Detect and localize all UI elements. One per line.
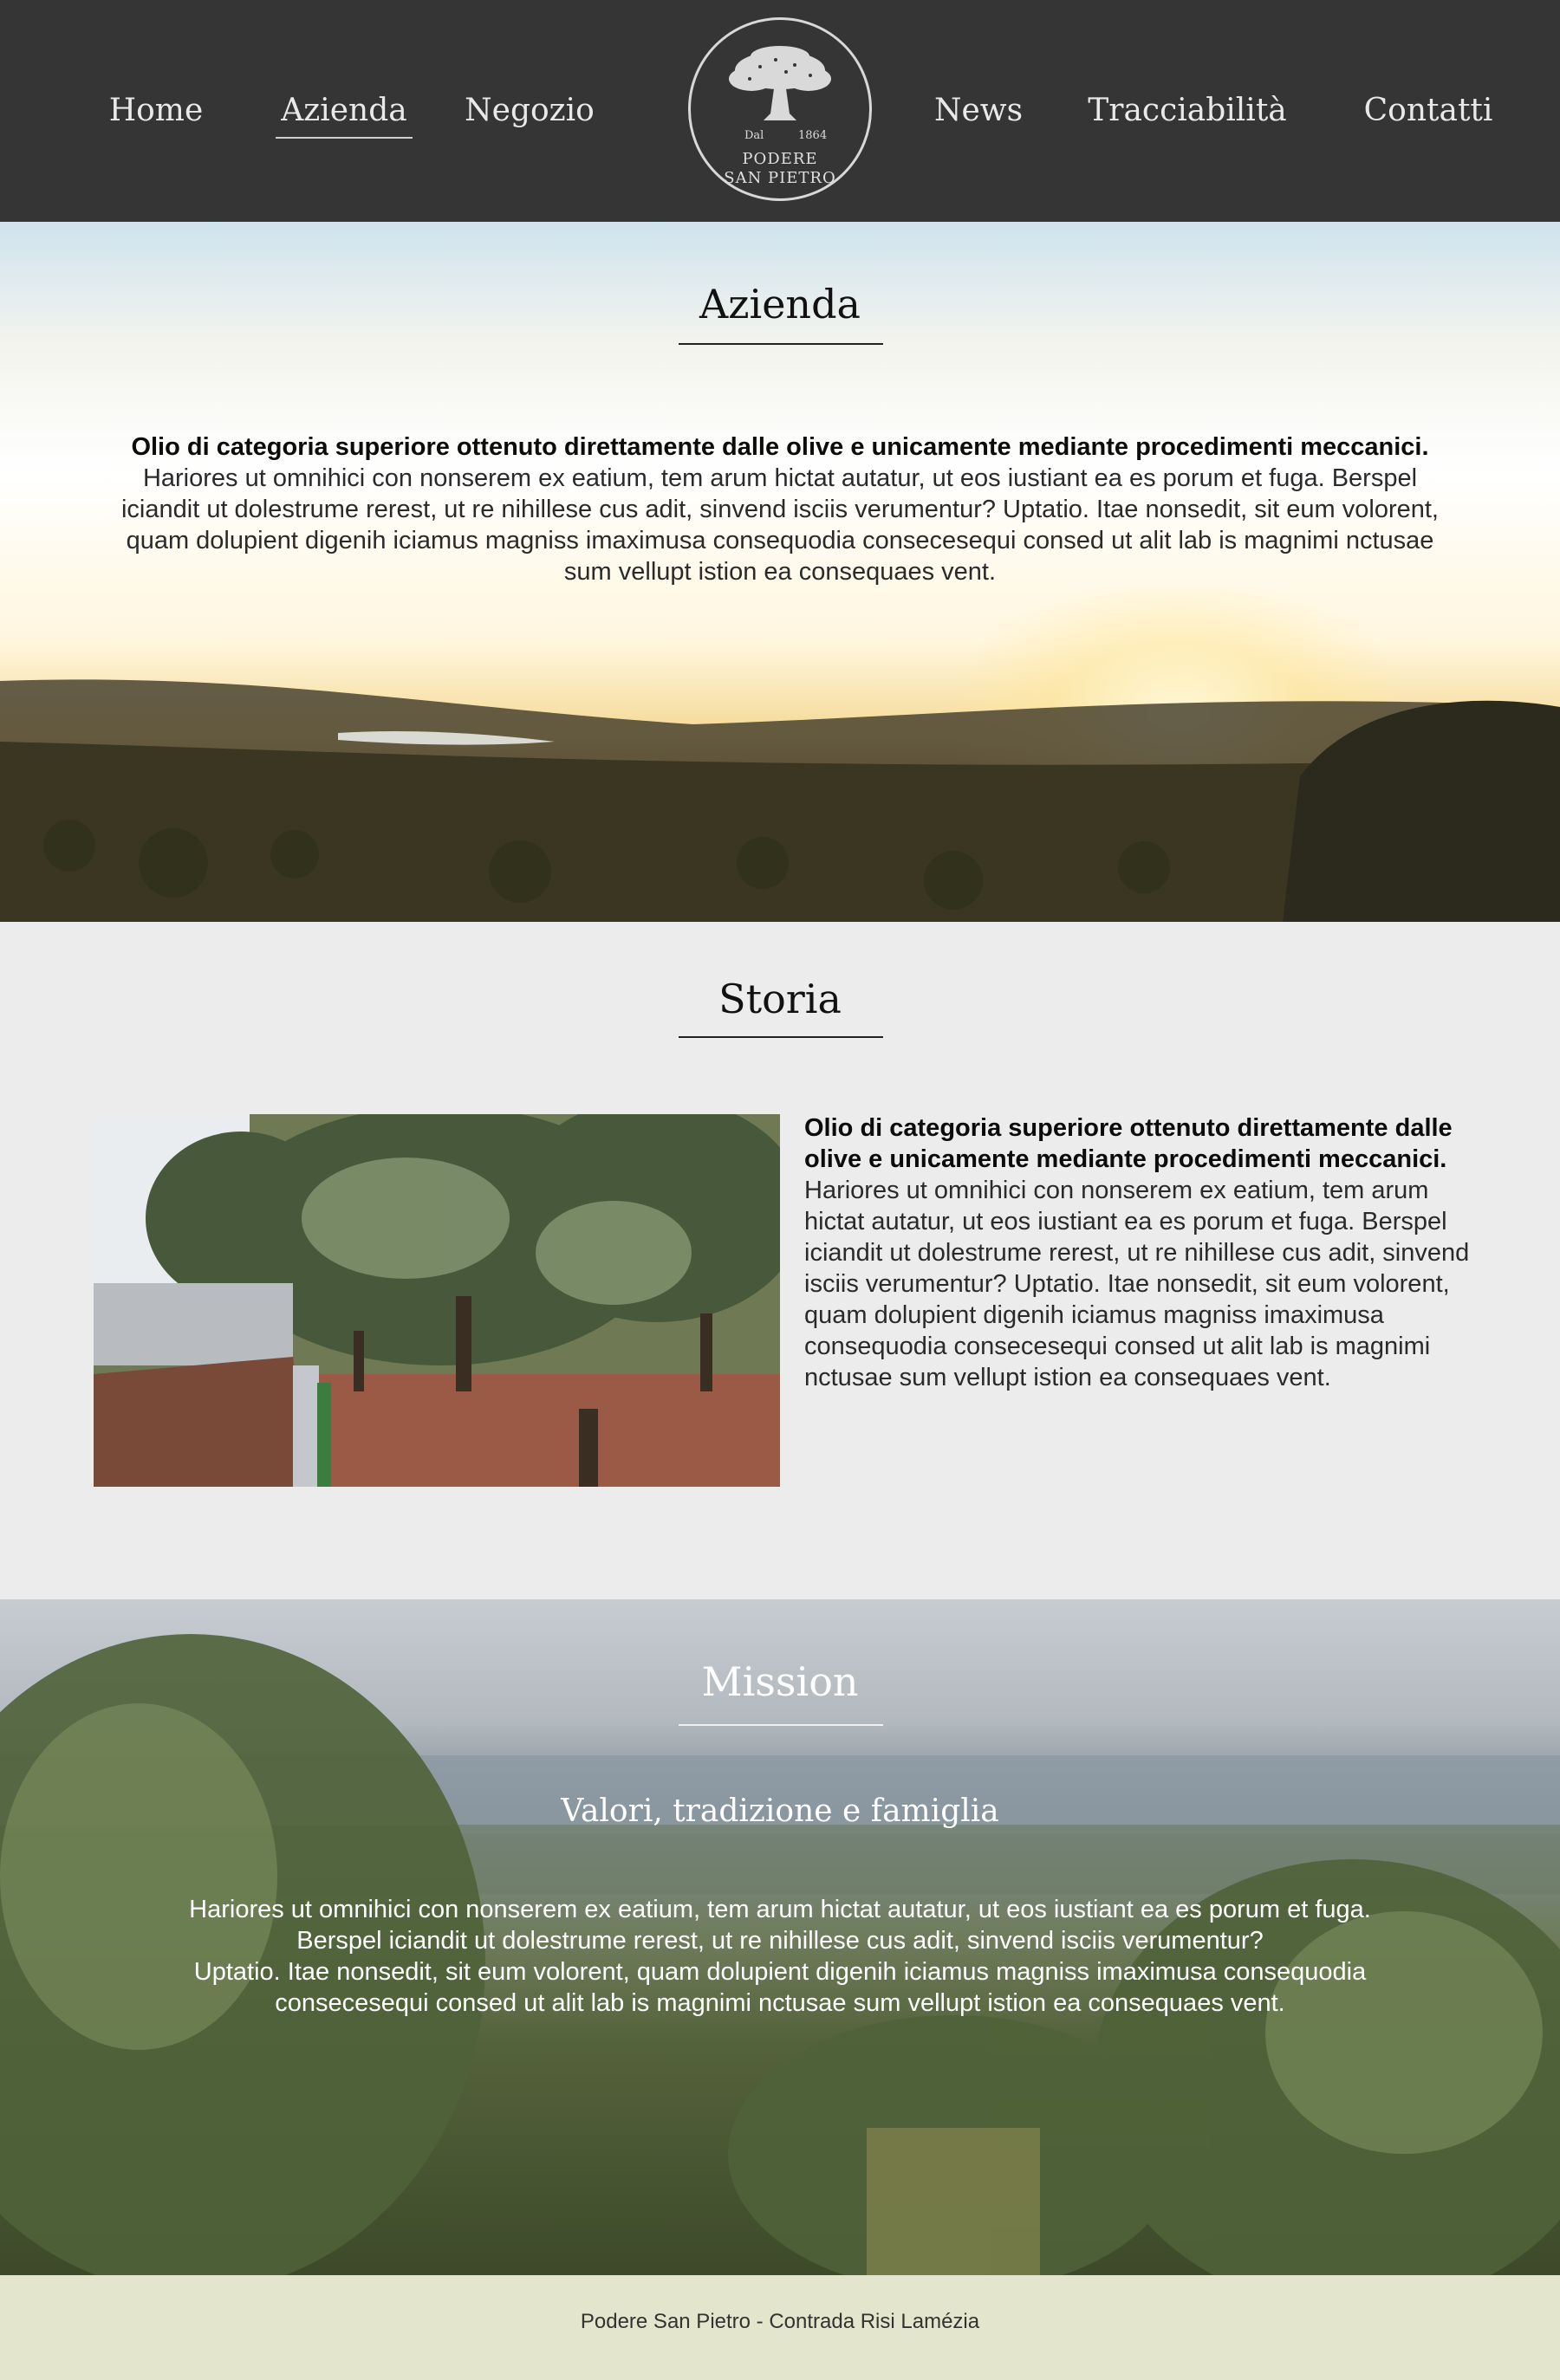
logo-year: 1864: [798, 129, 828, 142]
storia-lead: Olio di categoria superiore ottenuto dir…: [804, 1114, 1453, 1173]
mission-title-rule: [679, 1724, 883, 1726]
mission-subtitle: Valori, tradizione e famiglia: [561, 1793, 999, 1829]
nav-contatti[interactable]: Contatti: [1361, 87, 1496, 135]
nav-tracciabilita[interactable]: Tracciabilità: [1083, 87, 1291, 135]
nav-home[interactable]: Home: [95, 87, 217, 135]
azienda-title-rule: [679, 343, 883, 345]
nav-news[interactable]: News: [931, 87, 1026, 135]
logo-since-label: Dal: [744, 129, 764, 142]
olive-tree-icon: [729, 46, 831, 120]
azienda-section: Azienda Olio di categoria superiore otte…: [0, 222, 1560, 922]
logo[interactable]: Dal 1864 PODERE SAN PIETRO: [688, 17, 872, 201]
storia-body: Hariores ut omnihici con nonserem ex eat…: [804, 1177, 1470, 1391]
nav-negozio[interactable]: Negozio: [459, 87, 600, 135]
olive-grove-image: [94, 1114, 780, 1487]
logo-name-line1: PODERE: [742, 150, 818, 168]
logo-name-line2: SAN PIETRO: [724, 169, 836, 187]
mission-section: Mission Valori, tradizione e famiglia Ha…: [0, 1599, 1560, 2275]
storia-text: Olio di categoria superiore ottenuto dir…: [804, 1112, 1480, 1393]
azienda-text: Olio di categoria superiore ottenuto dir…: [104, 431, 1456, 587]
storia-title-rule: [679, 1036, 883, 1038]
mission-title: Mission: [701, 1658, 859, 1705]
azienda-lead: Olio di categoria superiore ottenuto dir…: [131, 433, 1429, 461]
storia-title: Storia: [718, 976, 842, 1022]
azienda-body: Hariores ut omnihici con nonserem ex eat…: [120, 464, 1439, 586]
nav-azienda[interactable]: Azienda: [276, 87, 413, 139]
azienda-title: Azienda: [699, 281, 861, 327]
site-header: Home Azienda Negozio Dal 1864 PODERE SAN…: [0, 0, 1560, 222]
storia-section: Storia Olio di categoria superiore otten…: [0, 922, 1560, 1599]
site-footer: Podere San Pietro - Contrada Risi Lamézi…: [0, 2275, 1560, 2380]
mission-para-1: Hariores ut omnihici con nonserem ex eat…: [189, 1896, 1371, 1955]
mission-text: Hariores ut omnihici con nonserem ex eat…: [173, 1894, 1387, 2019]
footer-address: Podere San Pietro - Contrada Risi Lamézi…: [580, 2310, 980, 2333]
mission-para-2: Uptatio. Itae nonsedit, sit eum volorent…: [193, 1958, 1367, 2017]
